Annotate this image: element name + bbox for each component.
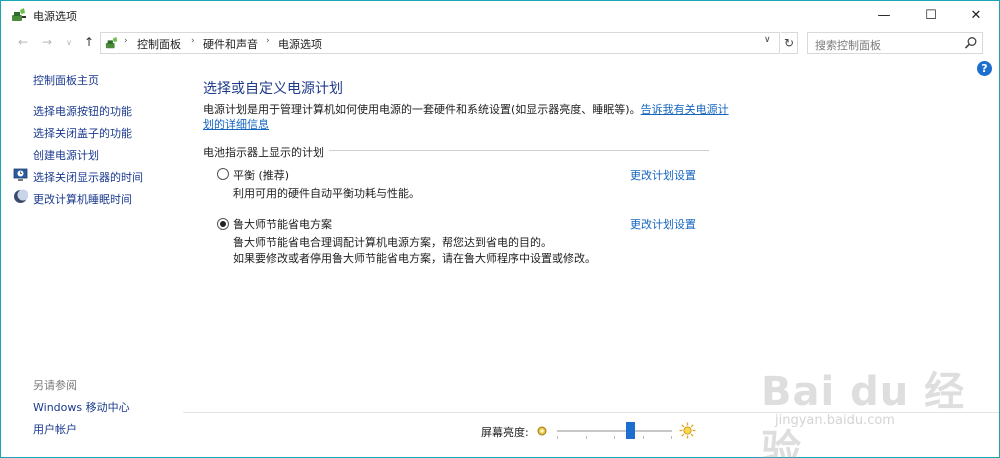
up-button[interactable]: ↑ [81, 34, 97, 50]
brightness-label: 屏幕亮度: [481, 426, 529, 439]
change-plan-settings-link[interactable]: 更改计划设置 [630, 216, 696, 232]
sidebar-item-sleep-time[interactable]: 更改计算机睡眠时间 [33, 191, 132, 207]
slider-tick [614, 436, 615, 439]
slider-tick [586, 436, 587, 439]
back-button[interactable]: ← [15, 34, 31, 50]
search-icon[interactable] [964, 36, 978, 50]
watermark-url: jingyan.baidu.com [775, 413, 895, 428]
power-options-icon [12, 8, 26, 21]
sidebar-item-lid[interactable]: 选择关闭盖子的功能 [33, 125, 132, 141]
main-content: 选择或自定义电源计划 电源计划是用于管理计算机如何使用电源的一套硬件和系统设置(… [183, 57, 999, 412]
plans-group-label: 电池指示器上显示的计划 [203, 146, 324, 159]
breadcrumb-separator[interactable]: › [266, 36, 270, 46]
plan-description-ludashi-line1: 鲁大师节能省电合理调配计算机电源方案，帮您达到省电的目的。 [233, 236, 552, 249]
search-input[interactable]: 搜索控制面板 [807, 32, 983, 54]
maximize-button[interactable]: ☐ [908, 1, 954, 29]
group-divider [329, 150, 709, 151]
forward-button[interactable]: → [39, 34, 55, 50]
recent-locations-button[interactable]: ∨ [61, 34, 77, 50]
breadcrumb-separator[interactable]: › [191, 36, 195, 46]
bright-sun-icon [679, 422, 696, 439]
address-bar[interactable]: › 控制面板 › 硬件和声音 › 电源选项 [100, 32, 780, 54]
search-placeholder: 搜索控制面板 [815, 39, 881, 52]
breadcrumb-hardware-sound[interactable]: 硬件和声音 [203, 36, 258, 52]
plan-name-balanced[interactable]: 平衡 (推荐) [233, 167, 289, 183]
plan-radio-balanced[interactable] [217, 168, 229, 180]
see-also-heading: 另请参阅 [33, 379, 77, 392]
sidebar-item-display-off[interactable]: 选择关闭显示器的时间 [33, 169, 143, 185]
dim-sun-icon [537, 426, 547, 436]
power-options-window: 电源选项 — ☐ ✕ ← → ∨ ↑ › 控制面板 › 硬件和声音 › 电源选项… [0, 0, 1000, 458]
page-title: 选择或自定义电源计划 [203, 81, 343, 97]
learn-more-link[interactable]: 告诉我有关电源计 [641, 103, 729, 116]
plan-description-balanced: 利用可用的硬件自动平衡功耗与性能。 [233, 187, 420, 200]
breadcrumb-separator[interactable]: › [124, 36, 128, 46]
sidebar-item-create-plan[interactable]: 创建电源计划 [33, 147, 99, 163]
window-title: 电源选项 [33, 10, 77, 23]
bottom-divider [183, 412, 999, 413]
slider-tick [557, 436, 558, 439]
description-text: 电源计划是用于管理计算机如何使用电源的一套硬件和系统设置(如显示器亮度、睡眠等)… [203, 103, 641, 116]
refresh-button[interactable]: ↻ [781, 32, 798, 54]
brightness-slider-track[interactable] [557, 430, 672, 432]
breadcrumb-control-panel[interactable]: 控制面板 [137, 36, 181, 52]
sidebar-home-link[interactable]: 控制面板主页 [33, 72, 99, 88]
plan-description-ludashi-line2: 如果要修改或者停用鲁大师节能省电方案，请在鲁大师程序中设置或修改。 [233, 252, 596, 265]
sidebar-item-power-button[interactable]: 选择电源按钮的功能 [33, 103, 132, 119]
slider-tick [671, 436, 672, 439]
minimize-button[interactable]: — [861, 1, 907, 29]
title-bar: 电源选项 — ☐ ✕ [1, 1, 999, 29]
learn-more-link-continued[interactable]: 划的详细信息 [203, 116, 269, 132]
power-options-icon [105, 36, 118, 49]
slider-tick [643, 436, 644, 439]
page-description: 电源计划是用于管理计算机如何使用电源的一套硬件和系统设置(如显示器亮度、睡眠等)… [203, 101, 729, 117]
radio-selected-dot [220, 221, 226, 227]
sidebar: 控制面板主页 选择电源按钮的功能 选择关闭盖子的功能 创建电源计划 选择关闭显示… [1, 57, 183, 457]
close-button[interactable]: ✕ [953, 1, 999, 29]
moon-icon [14, 189, 28, 203]
navigation-bar: ← → ∨ ↑ › 控制面板 › 硬件和声音 › 电源选项 ∨ ↻ 搜索控制面板 [1, 29, 999, 57]
see-also-mobility-center[interactable]: Windows 移动中心 [33, 399, 130, 415]
plan-radio-ludashi[interactable] [217, 218, 229, 230]
breadcrumb-power-options[interactable]: 电源选项 [278, 36, 322, 52]
see-also-user-accounts[interactable]: 用户帐户 [33, 421, 77, 437]
plan-name-ludashi[interactable]: 鲁大师节能省电方案 [233, 216, 332, 232]
chevron-down-icon[interactable]: ∨ [764, 35, 771, 45]
brightness-slider-thumb[interactable] [626, 422, 636, 439]
display-clock-icon [13, 168, 28, 181]
change-plan-settings-link[interactable]: 更改计划设置 [630, 167, 696, 183]
